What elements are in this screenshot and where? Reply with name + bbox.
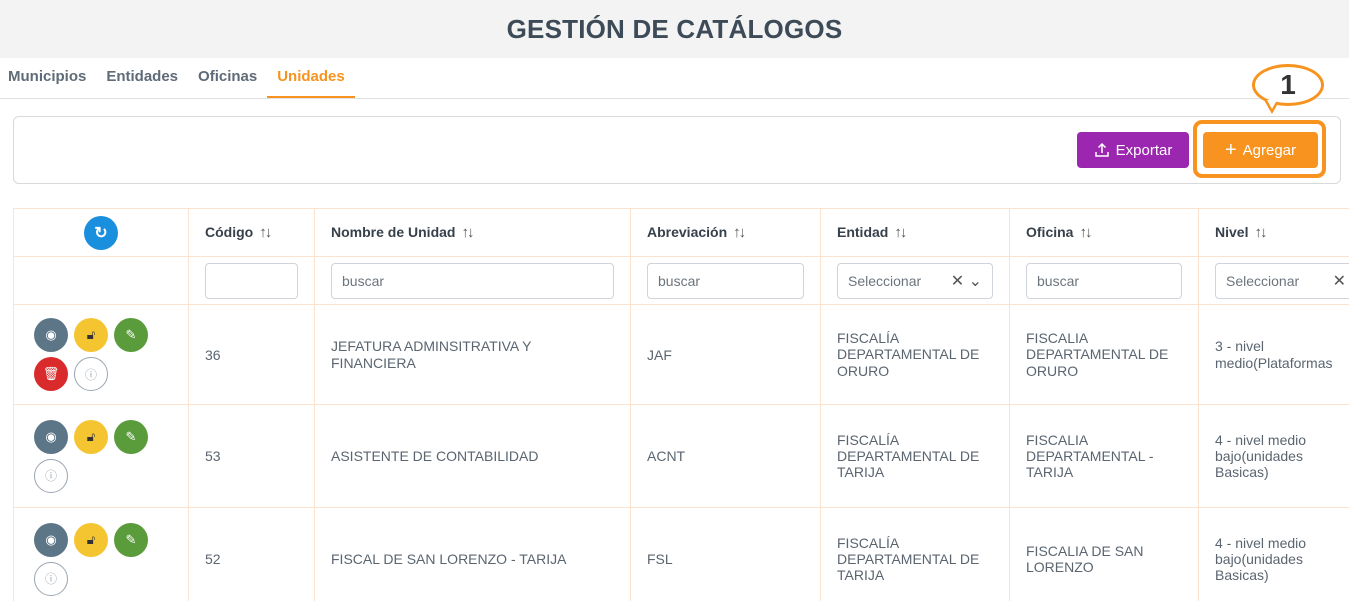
col-header-abreviacion[interactable]: Abreviación ↑↓ bbox=[630, 208, 821, 257]
export-label: Exportar bbox=[1115, 141, 1173, 159]
col-header-entidad[interactable]: Entidad ↑↓ bbox=[820, 208, 1010, 257]
sort-icon[interactable]: ↑↓ bbox=[733, 224, 746, 241]
actions-header: ↻ bbox=[13, 208, 189, 257]
unlock-icon[interactable]: 🔓︎ bbox=[74, 522, 108, 557]
abreviacion-cell: FSL bbox=[630, 507, 821, 601]
col-header-oficina[interactable]: Oficina ↑↓ bbox=[1009, 208, 1199, 257]
unlock-icon[interactable]: 🔓︎ bbox=[74, 419, 108, 454]
sort-icon[interactable]: ↑↓ bbox=[259, 224, 272, 241]
abreviacion-cell: ACNT bbox=[630, 404, 821, 508]
info-icon[interactable]: ⓘ bbox=[74, 357, 108, 391]
clear-icon[interactable]: ✕ bbox=[951, 273, 964, 290]
add-button-highlight bbox=[1193, 120, 1326, 178]
row-actions: ◉ 🔓︎ ✎ 🗑︎ ⓘ bbox=[13, 304, 189, 405]
step-callout: 1 bbox=[1252, 64, 1324, 106]
col-header-nombre[interactable]: Nombre de Unidad ↑↓ bbox=[314, 208, 631, 257]
codigo-cell: 52 bbox=[188, 507, 315, 601]
units-table: ↻ Código ↑↓ Nombre de Unidad ↑↓ Abreviació… bbox=[13, 208, 1349, 601]
pencil-icon[interactable]: ✎ bbox=[114, 522, 148, 557]
callout-tail-inner bbox=[1267, 100, 1277, 109]
nombre-cell: FISCAL DE SAN LORENZO - TARIJA bbox=[314, 507, 631, 601]
col-header-codigo[interactable]: Código ↑↓ bbox=[188, 208, 315, 257]
tab-unidades[interactable]: Unidades bbox=[267, 58, 355, 98]
nivel-cell: 4 - nivel medio bajo(unidades Basicas) bbox=[1198, 507, 1349, 601]
nivel-cell: 3 - nivel medio(Plataformas bbox=[1198, 304, 1349, 405]
abreviacion-cell: JAF bbox=[630, 304, 821, 405]
refresh-icon[interactable]: ↻ bbox=[84, 215, 118, 250]
export-button[interactable]: Exportar bbox=[1077, 132, 1189, 168]
filter-empty-cell bbox=[13, 256, 189, 305]
sort-icon[interactable]: ↑↓ bbox=[461, 224, 474, 241]
pencil-icon[interactable]: ✎ bbox=[114, 419, 148, 454]
chevron-down-icon[interactable]: ⌄ bbox=[969, 273, 982, 290]
codigo-filter-input[interactable] bbox=[205, 262, 298, 299]
row-actions: ◉ 🔓︎ ✎ ⓘ bbox=[13, 507, 189, 601]
catalog-tabs: Municipios Entidades Oficinas Unidades bbox=[0, 58, 1349, 99]
codigo-cell: 53 bbox=[188, 404, 315, 508]
filter-row: buscar buscar Seleccionar ✕ ⌄ buscar Sele… bbox=[13, 256, 1349, 305]
tab-entidades[interactable]: Entidades bbox=[96, 58, 188, 98]
col-header-nivel[interactable]: Nivel ↑↓ bbox=[1198, 208, 1349, 257]
tab-municipios[interactable]: Municipios bbox=[8, 58, 96, 98]
clear-icon[interactable]: ✕ bbox=[1333, 271, 1346, 291]
nivel-cell: 4 - nivel medio bajo(unidades Basicas) bbox=[1198, 404, 1349, 508]
sort-icon[interactable]: ↑↓ bbox=[1079, 224, 1092, 241]
eye-icon[interactable]: ◉ bbox=[34, 318, 68, 352]
nombre-cell: ASISTENTE DE CONTABILIDAD bbox=[314, 404, 631, 508]
eye-icon[interactable]: ◉ bbox=[34, 419, 68, 454]
header-row: ↻ Código ↑↓ Nombre de Unidad ↑↓ Abreviació… bbox=[13, 208, 1349, 257]
entidad-cell: FISCALÍA DEPARTAMENTAL DE TARIJA bbox=[820, 507, 1010, 601]
units-table-container: ↻ Código ↑↓ Nombre de Unidad ↑↓ Abreviació… bbox=[13, 208, 1349, 601]
table-row: ◉ 🔓︎ ✎ ⓘ 53 ASISTENTE DE CONTABILIDAD AC… bbox=[13, 404, 1349, 508]
entidad-cell: FISCALÍA DEPARTAMENTAL DE TARIJA bbox=[820, 404, 1010, 508]
eye-icon[interactable]: ◉ bbox=[34, 522, 68, 557]
page-title: GESTIÓN DE CATÁLOGOS bbox=[506, 13, 843, 44]
unlock-icon[interactable]: 🔓︎ bbox=[74, 318, 108, 352]
sort-icon[interactable]: ↑↓ bbox=[1254, 224, 1267, 241]
trash-icon[interactable]: 🗑︎ bbox=[34, 357, 68, 391]
info-icon[interactable]: ⓘ bbox=[34, 561, 68, 596]
entidad-filter-select[interactable]: Seleccionar ✕ ⌄ bbox=[837, 262, 993, 299]
nombre-filter-input[interactable]: buscar bbox=[331, 262, 614, 299]
table-row: ◉ 🔓︎ ✎ ⓘ 52 FISCAL DE SAN LORENZO - TARI… bbox=[13, 507, 1349, 601]
oficina-filter-input[interactable]: buscar bbox=[1026, 262, 1182, 299]
upload-icon bbox=[1094, 142, 1109, 157]
tab-oficinas[interactable]: Oficinas bbox=[188, 58, 267, 98]
sort-icon[interactable]: ↑↓ bbox=[894, 224, 907, 241]
row-actions: ◉ 🔓︎ ✎ ⓘ bbox=[13, 404, 189, 508]
nombre-cell: JEFATURA ADMINSITRATIVA Y FINANCIERA bbox=[314, 304, 631, 405]
table-row: ◉ 🔓︎ ✎ 🗑︎ ⓘ 36 JEFATURA ADMINSITRATIVA Y… bbox=[13, 304, 1349, 405]
codigo-cell: 36 bbox=[188, 304, 315, 405]
toolbar: Exportar + Agregar bbox=[13, 116, 1341, 184]
abreviacion-filter-input[interactable]: buscar bbox=[647, 262, 804, 299]
page-header: GESTIÓN DE CATÁLOGOS bbox=[0, 0, 1349, 58]
callout-number: 1 bbox=[1280, 69, 1296, 100]
oficina-cell: FISCALIA DEPARTAMENTAL DE ORURO bbox=[1009, 304, 1199, 405]
oficina-cell: FISCALIA DEPARTAMENTAL - TARIJA bbox=[1009, 404, 1199, 508]
info-icon[interactable]: ⓘ bbox=[34, 458, 68, 493]
entidad-cell: FISCALÍA DEPARTAMENTAL DE ORURO bbox=[820, 304, 1010, 405]
nivel-filter-select[interactable]: Seleccionar ✕ bbox=[1215, 262, 1349, 299]
pencil-icon[interactable]: ✎ bbox=[114, 318, 148, 352]
oficina-cell: FISCALIA DE SAN LORENZO bbox=[1009, 507, 1199, 601]
